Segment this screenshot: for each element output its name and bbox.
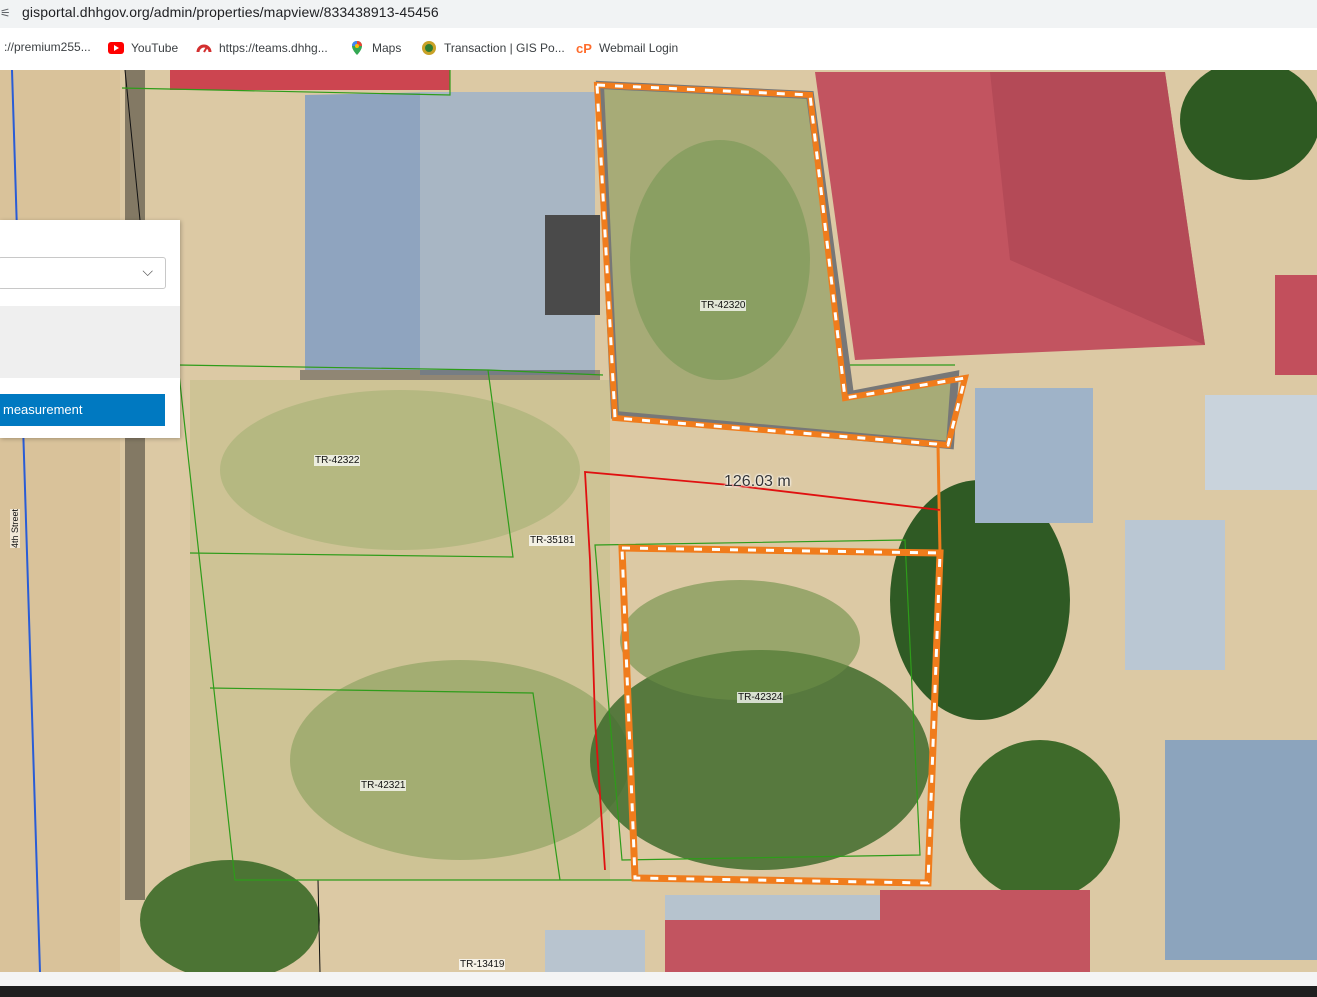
measurement-panel: ⌵ measurement	[0, 220, 180, 438]
new-measurement-button[interactable]: measurement	[0, 394, 165, 426]
taskbar-edge	[0, 972, 1317, 997]
bookmark-maps[interactable]: Maps	[349, 40, 401, 56]
parcel-label[interactable]: TR-42320	[700, 300, 747, 311]
bookmark-transaction[interactable]: Transaction | GIS Po...	[421, 40, 565, 56]
bookmark-label: YouTube	[131, 41, 179, 55]
bookmark-teams[interactable]: https://teams.dhhg...	[196, 40, 328, 56]
youtube-icon	[108, 40, 124, 56]
bookmark-premium[interactable]: ://premium255...	[4, 40, 91, 54]
parcel-label[interactable]: TR-35181	[529, 535, 576, 546]
bookmarks-bar: ://premium255... YouTube https://teams.d…	[0, 28, 1317, 71]
cpanel-icon: cP	[576, 40, 592, 56]
bookmark-youtube[interactable]: YouTube	[108, 40, 178, 56]
address-bar[interactable]: ⚟ gisportal.dhhgov.org/admin/properties/…	[0, 0, 1317, 28]
site-info-icon[interactable]: ⚟	[0, 6, 11, 20]
measurement-result-area	[0, 306, 180, 378]
seal-icon	[421, 40, 437, 56]
street-label: 4th Street	[10, 508, 20, 548]
measurement-unit-select[interactable]: ⌵	[0, 257, 166, 289]
parcel-label[interactable]: TR-42321	[360, 780, 407, 791]
svg-text:cP: cP	[576, 41, 592, 56]
taskbar	[0, 986, 1317, 997]
aerial-imagery	[0, 70, 1317, 972]
bookmark-label: ://premium255...	[4, 40, 91, 54]
gauge-icon	[196, 40, 212, 56]
map-view[interactable]: TR-42320 TR-42322 TR-35181 TR-42324 TR-4…	[0, 70, 1317, 972]
chevron-down-icon: ⌵	[142, 263, 153, 279]
bookmark-label: Webmail Login	[599, 41, 679, 55]
maps-pin-icon	[349, 40, 365, 56]
parcel-label[interactable]: TR-42324	[737, 692, 784, 703]
bookmark-webmail[interactable]: cP Webmail Login	[576, 40, 678, 56]
parcel-label[interactable]: TR-13419	[459, 959, 506, 970]
parcel-label[interactable]: TR-42322	[314, 455, 361, 466]
bookmark-label: https://teams.dhhg...	[219, 41, 328, 55]
measurement-label: 126.03 m	[724, 473, 791, 490]
bookmark-label: Transaction | GIS Po...	[444, 41, 565, 55]
bookmark-label: Maps	[372, 41, 402, 55]
url-text[interactable]: gisportal.dhhgov.org/admin/properties/ma…	[22, 4, 439, 20]
